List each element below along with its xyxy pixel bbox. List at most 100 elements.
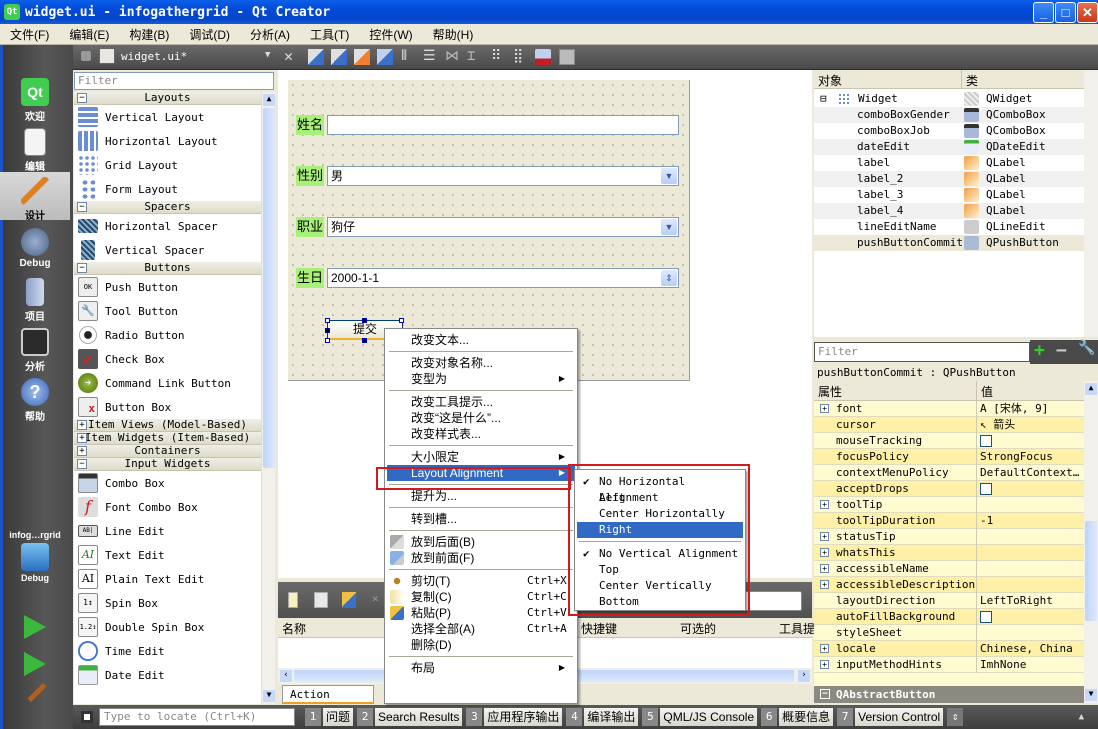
property-row-auto-fill-background[interactable]: autoFillBackground [814,609,1084,625]
edit-tab-order-icon[interactable] [377,49,393,65]
menu-file[interactable]: 文件(F) [0,26,59,43]
widget-horizontal-layout[interactable]: Horizontal Layout [74,129,261,153]
expand-icon[interactable]: + [77,420,87,430]
checkbox[interactable] [980,483,992,495]
menu-debug[interactable]: 调试(D) [179,26,240,43]
property-value[interactable]: ImhNone [980,657,1026,673]
output-tab-7[interactable]: 7 Version Control [837,708,944,726]
layout-grid-icon[interactable]: ⣿ [513,48,523,64]
column-property[interactable]: 属性 [818,383,842,400]
configure-wrench-icon[interactable]: 🔧 [1078,340,1095,356]
run-icon[interactable] [24,615,46,639]
expand-icon[interactable]: + [820,500,829,509]
widget-font-combo-box[interactable]: f Font Combo Box [74,495,261,519]
chevron-down-icon[interactable]: ▼ [265,50,270,60]
debug-run-icon[interactable] [24,652,46,676]
widgetbox-scrollbar[interactable]: ▲ ▼ [261,92,275,704]
menu-item[interactable]: 改变对象名称... [387,355,575,371]
menu-item[interactable]: 复制(C) Ctrl+C [387,589,575,605]
expand-icon[interactable]: + [820,644,829,653]
expand-icon[interactable]: + [820,404,829,413]
widget-double-spin-box[interactable]: 1.2↕ Double Spin Box [74,615,261,639]
category-layouts[interactable]: − Layouts [74,92,261,105]
property-row-mouse-tracking[interactable]: mouseTracking [814,433,1084,449]
spin-arrows-icon[interactable]: ⇕ [661,270,677,286]
property-row-input-method-hints[interactable]: + inputMethodHints ImhNone [814,657,1084,673]
label-name[interactable]: 姓名 [296,115,325,135]
widget-check-box[interactable]: ✔ Check Box [74,347,261,371]
object-tree-row[interactable]: dateEdit QDateEdit [814,139,1084,155]
category-spacers[interactable]: − Spacers [74,201,261,214]
category-input-widgets[interactable]: − Input Widgets [74,458,261,471]
mode-projects[interactable]: 项目 [0,278,70,323]
property-row-accessible-description[interactable]: + accessibleDescription [814,577,1084,593]
menu-help[interactable]: 帮助(H) [423,26,484,43]
object-tree-row[interactable]: lineEditName QLineEdit [814,219,1084,235]
expand-icon[interactable]: + [820,564,829,573]
more-panes-icon[interactable]: ⇕ [947,708,964,726]
menu-analyze[interactable]: 分析(A) [240,26,300,43]
object-tree-row[interactable]: label_4 QLabel [814,203,1084,219]
widget-horizontal-spacer[interactable]: Horizontal Spacer [74,214,261,238]
property-row-context-menu-policy[interactable]: contextMenuPolicy DefaultContext… [814,465,1084,481]
expand-icon[interactable]: + [820,580,829,589]
date-edit[interactable]: 2000-1-1 ⇕ [327,268,679,288]
menu-item[interactable]: 变型为 ▶ [387,371,575,387]
output-tab-5[interactable]: 5 QML/JS Console [642,708,758,726]
label-birthday[interactable]: 生日 [296,268,325,288]
widget-spin-box[interactable]: 1↕ Spin Box [74,591,261,615]
property-scrollbar[interactable]: ▲ ▼ [1084,381,1098,703]
property-filter-input[interactable]: Filter [814,342,1030,362]
widget-vertical-layout[interactable]: Vertical Layout [74,105,261,129]
property-value[interactable]: DefaultContext… [980,465,1079,481]
edit-widgets-icon[interactable] [308,49,324,65]
new-action-icon[interactable] [288,592,298,608]
property-row-layout-direction[interactable]: layoutDirection LeftToRight [814,593,1084,609]
property-row-accept-drops[interactable]: acceptDrops [814,481,1084,497]
property-row-tool-tip[interactable]: + toolTip [814,497,1084,513]
menu-item[interactable]: 改变“这是什么”... [387,410,575,426]
property-row-locale[interactable]: + locale Chinese, China [814,641,1084,657]
menu-item[interactable]: 放到后面(B) [387,534,575,550]
layout-h-splitter-icon[interactable]: ⋈ [445,48,459,64]
menu-widgets[interactable]: 控件(W) [359,26,422,43]
expand-icon[interactable]: + [820,660,829,669]
menu-item[interactable]: 剪切(T) Ctrl+X [387,573,575,589]
property-row-status-tip[interactable]: + statusTip [814,529,1084,545]
selection-handle[interactable] [325,318,330,323]
expand-icon[interactable]: + [820,532,829,541]
widget-text-edit[interactable]: AI Text Edit [74,543,261,567]
adjust-size-icon[interactable] [559,49,575,65]
scroll-thumb[interactable] [1085,521,1097,621]
widget-line-edit[interactable]: AB| Line Edit [74,519,261,543]
selection-handle[interactable] [362,318,367,323]
property-row-cursor[interactable]: cursor ↖ 箭头 [814,417,1084,433]
tab-action-editor[interactable]: Action Editor [282,685,374,718]
add-property-icon[interactable]: + [1034,340,1045,361]
column-value[interactable]: 值 [981,383,993,400]
menu-item[interactable]: 删除(D) [387,637,575,653]
widget-command-link-button[interactable]: ➔ Command Link Button [74,371,261,395]
menu-edit[interactable]: 编辑(E) [59,26,119,43]
edit-buddies-icon[interactable] [354,49,370,65]
menu-item[interactable]: 放到前面(F) [387,550,575,566]
property-row-whats-this[interactable]: + whatsThis [814,545,1084,561]
property-value[interactable]: StrongFocus [980,449,1053,465]
scroll-right-icon[interactable]: › [798,670,810,682]
property-row-tool-tip-duration[interactable]: toolTipDuration -1 [814,513,1084,529]
expand-icon[interactable]: + [820,548,829,557]
break-layout-icon[interactable] [535,49,551,65]
mode-edit[interactable]: 编辑 [0,128,70,173]
checkbox[interactable] [980,435,992,447]
combo-box-gender[interactable]: 男 ▼ [327,166,679,186]
toggle-sidebar-icon[interactable] [81,711,93,723]
scroll-left-icon[interactable]: ‹ [280,670,292,682]
layout-form-icon[interactable]: ⠿ [491,48,501,64]
menu-item[interactable]: 改变样式表... [387,426,575,442]
column-object[interactable]: 对象 [818,72,842,89]
property-group-qabstractbutton[interactable]: − QAbstractButton [814,686,1084,703]
property-row-style-sheet[interactable]: styleSheet [814,625,1084,641]
chevron-up-icon[interactable]: ▲ [1079,712,1084,722]
selection-handle[interactable] [325,338,330,343]
property-value[interactable]: A [宋体, 9] [980,401,1048,417]
